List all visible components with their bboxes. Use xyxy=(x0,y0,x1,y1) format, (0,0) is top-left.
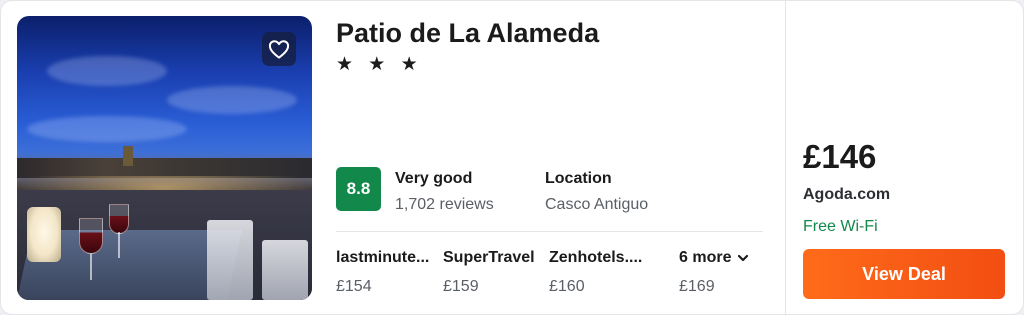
deal-site: Agoda.com xyxy=(803,186,891,203)
deal-price: £146 xyxy=(803,138,877,175)
location-value: Casco Antiguo xyxy=(545,196,649,213)
photo-detail xyxy=(123,146,133,166)
more-offers-label: 6 more xyxy=(679,249,732,266)
provider-price: £154 xyxy=(336,278,372,295)
photo-detail xyxy=(118,232,120,258)
photo-detail xyxy=(109,204,129,234)
photo-detail xyxy=(167,86,297,114)
provider-offer[interactable]: SuperTravel £159 xyxy=(443,249,543,296)
provider-price: £160 xyxy=(549,278,585,295)
rating-label: Very good xyxy=(395,170,473,187)
provider-name: SuperTravel xyxy=(443,249,535,266)
divider xyxy=(336,231,763,232)
photo-detail xyxy=(27,207,61,262)
rating-score-badge: 8.8 xyxy=(336,167,381,211)
provider-price: £159 xyxy=(443,278,479,295)
photo-detail xyxy=(47,56,167,86)
view-deal-button[interactable]: View Deal xyxy=(803,249,1005,299)
provider-name: lastminute... xyxy=(336,249,430,266)
star-rating: ★ ★ ★ xyxy=(336,54,423,75)
photo-detail xyxy=(17,158,312,178)
chevron-down-icon xyxy=(738,254,749,262)
favorite-button[interactable] xyxy=(262,32,296,66)
provider-offer[interactable]: Zenhotels.... £160 xyxy=(549,249,649,296)
hotel-result-card: Patio de La Alameda ★ ★ ★ 8.8 Very good … xyxy=(0,0,1024,315)
deal-perk: Free Wi-Fi xyxy=(803,218,878,235)
review-count[interactable]: 1,702 reviews xyxy=(395,196,494,214)
provider-name: Zenhotels.... xyxy=(549,249,643,266)
more-offers-price: £169 xyxy=(679,278,715,295)
photo-detail xyxy=(90,254,92,280)
provider-offer[interactable]: lastminute... £154 xyxy=(336,249,436,296)
heart-outline-icon xyxy=(268,40,290,59)
column-divider xyxy=(785,1,786,314)
photo-detail xyxy=(79,218,103,254)
photo-detail xyxy=(262,240,308,300)
location-label: Location xyxy=(545,170,612,187)
more-offers-dropdown[interactable]: 6 more £169 xyxy=(679,249,763,296)
photo-detail xyxy=(27,116,187,142)
hotel-name[interactable]: Patio de La Alameda xyxy=(336,18,599,49)
photo-detail xyxy=(207,220,253,300)
